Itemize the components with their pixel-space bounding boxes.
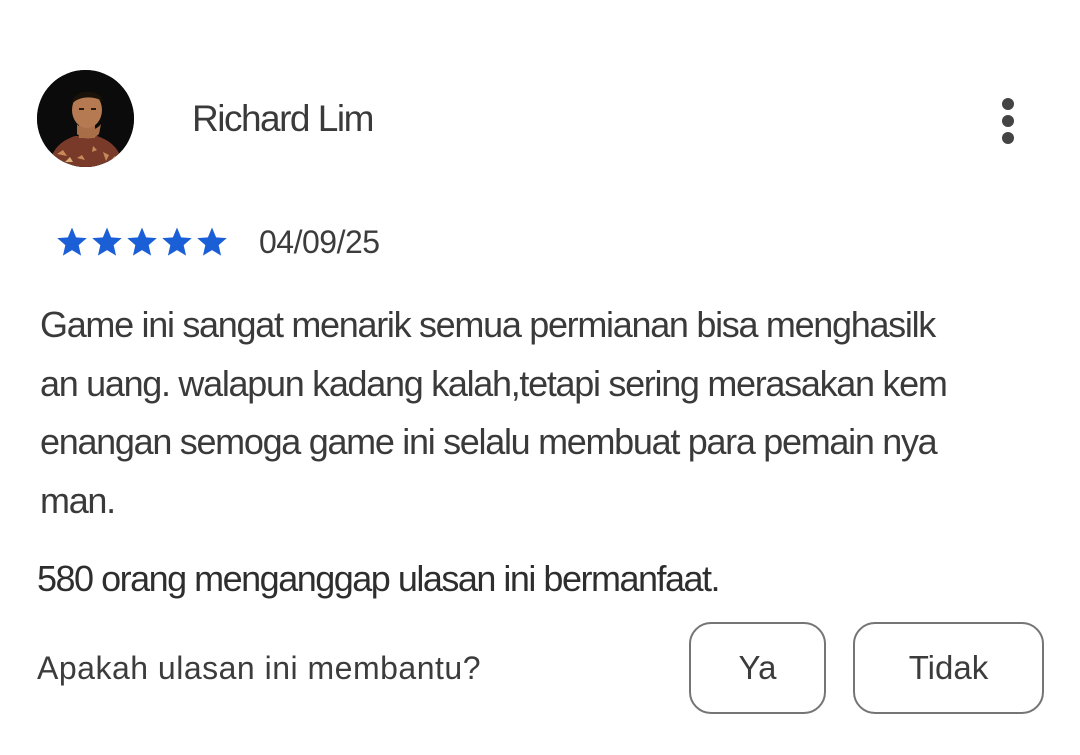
star-icon <box>197 227 227 256</box>
helpful-yes-button[interactable]: Ya <box>689 622 826 714</box>
review-date: 04/09/25 <box>259 223 380 260</box>
review-text: Game ini sangat menarik semua permianan … <box>40 296 1040 530</box>
review-text-line: man. <box>40 479 116 521</box>
avatar-photo <box>37 70 134 167</box>
review-text-line: Game ini sangat menarik semua permianan … <box>40 304 936 345</box>
review-text-line: an uang. walapun kadang kalah,tetapi ser… <box>40 362 948 404</box>
star-rating <box>55 225 230 259</box>
reviewer-name: Richard Lim <box>192 98 374 139</box>
review-card: Richard Lim 04/09/25 Game ini sangat men… <box>0 0 1080 755</box>
star-icon <box>127 227 157 256</box>
star-icon <box>162 227 192 256</box>
helpful-count: 580 orang menganggap ulasan ini bermanfa… <box>37 558 721 599</box>
reviewer-avatar[interactable] <box>37 70 134 167</box>
helpful-question: Apakah ulasan ini membantu? <box>37 650 481 686</box>
more-options-button[interactable] <box>988 92 1030 150</box>
helpful-no-button[interactable]: Tidak <box>853 622 1044 714</box>
review-text-line: enangan semoga game ini selalu membuat p… <box>40 421 938 462</box>
rating-row: 04/09/25 <box>55 222 380 262</box>
star-icon <box>92 227 122 256</box>
star-icon <box>57 227 87 256</box>
